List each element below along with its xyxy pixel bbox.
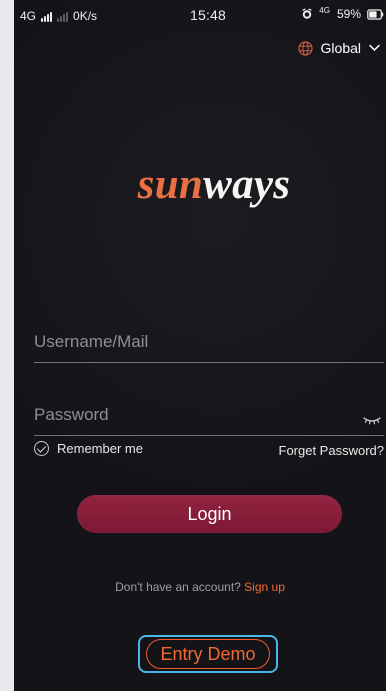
network-type-left: 4G	[20, 9, 37, 23]
signal-icon	[41, 12, 53, 22]
password-input[interactable]	[34, 405, 334, 425]
region-selector[interactable]: Global	[297, 40, 380, 56]
sunways-logo: sun ways	[98, 156, 330, 212]
check-circle-icon	[34, 441, 49, 456]
password-field	[34, 389, 384, 436]
status-time: 15:48	[190, 7, 227, 23]
username-field	[34, 316, 384, 363]
status-bar: 4G 0K/s 15:48 4G 59%	[14, 0, 386, 30]
forget-password-link[interactable]: Forget Password?	[279, 443, 385, 458]
remember-me-label: Remember me	[57, 441, 143, 456]
signup-link[interactable]: Sign up	[244, 580, 285, 594]
network-type-right: 4G	[319, 6, 330, 15]
remember-me-toggle[interactable]: Remember me	[34, 441, 143, 456]
chevron-down-icon	[369, 44, 380, 52]
login-button[interactable]: Login	[77, 495, 342, 533]
entry-demo-highlight: Entry Demo	[138, 635, 278, 673]
screen-background: 4G 0K/s 15:48 4G 59% Global sun ways Use…	[0, 0, 386, 691]
globe-icon	[297, 40, 313, 56]
logo-part-sun: sun	[137, 160, 204, 208]
battery-icon	[367, 8, 384, 20]
battery-percent: 59%	[336, 7, 361, 21]
region-label: Global	[320, 40, 361, 56]
signup-prompt: Don't have an account?	[115, 580, 241, 594]
signup-row: Don't have an account? Sign up	[14, 580, 386, 594]
logo-part-ways: ways	[203, 160, 291, 208]
signal-icon-secondary	[57, 12, 69, 22]
entry-demo-button[interactable]: Entry Demo	[146, 639, 270, 669]
network-speed: 0K/s	[73, 9, 98, 23]
username-input[interactable]	[34, 332, 334, 352]
status-left: 4G 0K/s	[20, 9, 97, 23]
app-screen: 4G 0K/s 15:48 4G 59% Global sun ways Use…	[14, 0, 386, 691]
alarm-icon	[301, 8, 313, 20]
status-right: 4G 59%	[301, 6, 384, 21]
eye-closed-icon[interactable]	[362, 412, 382, 425]
